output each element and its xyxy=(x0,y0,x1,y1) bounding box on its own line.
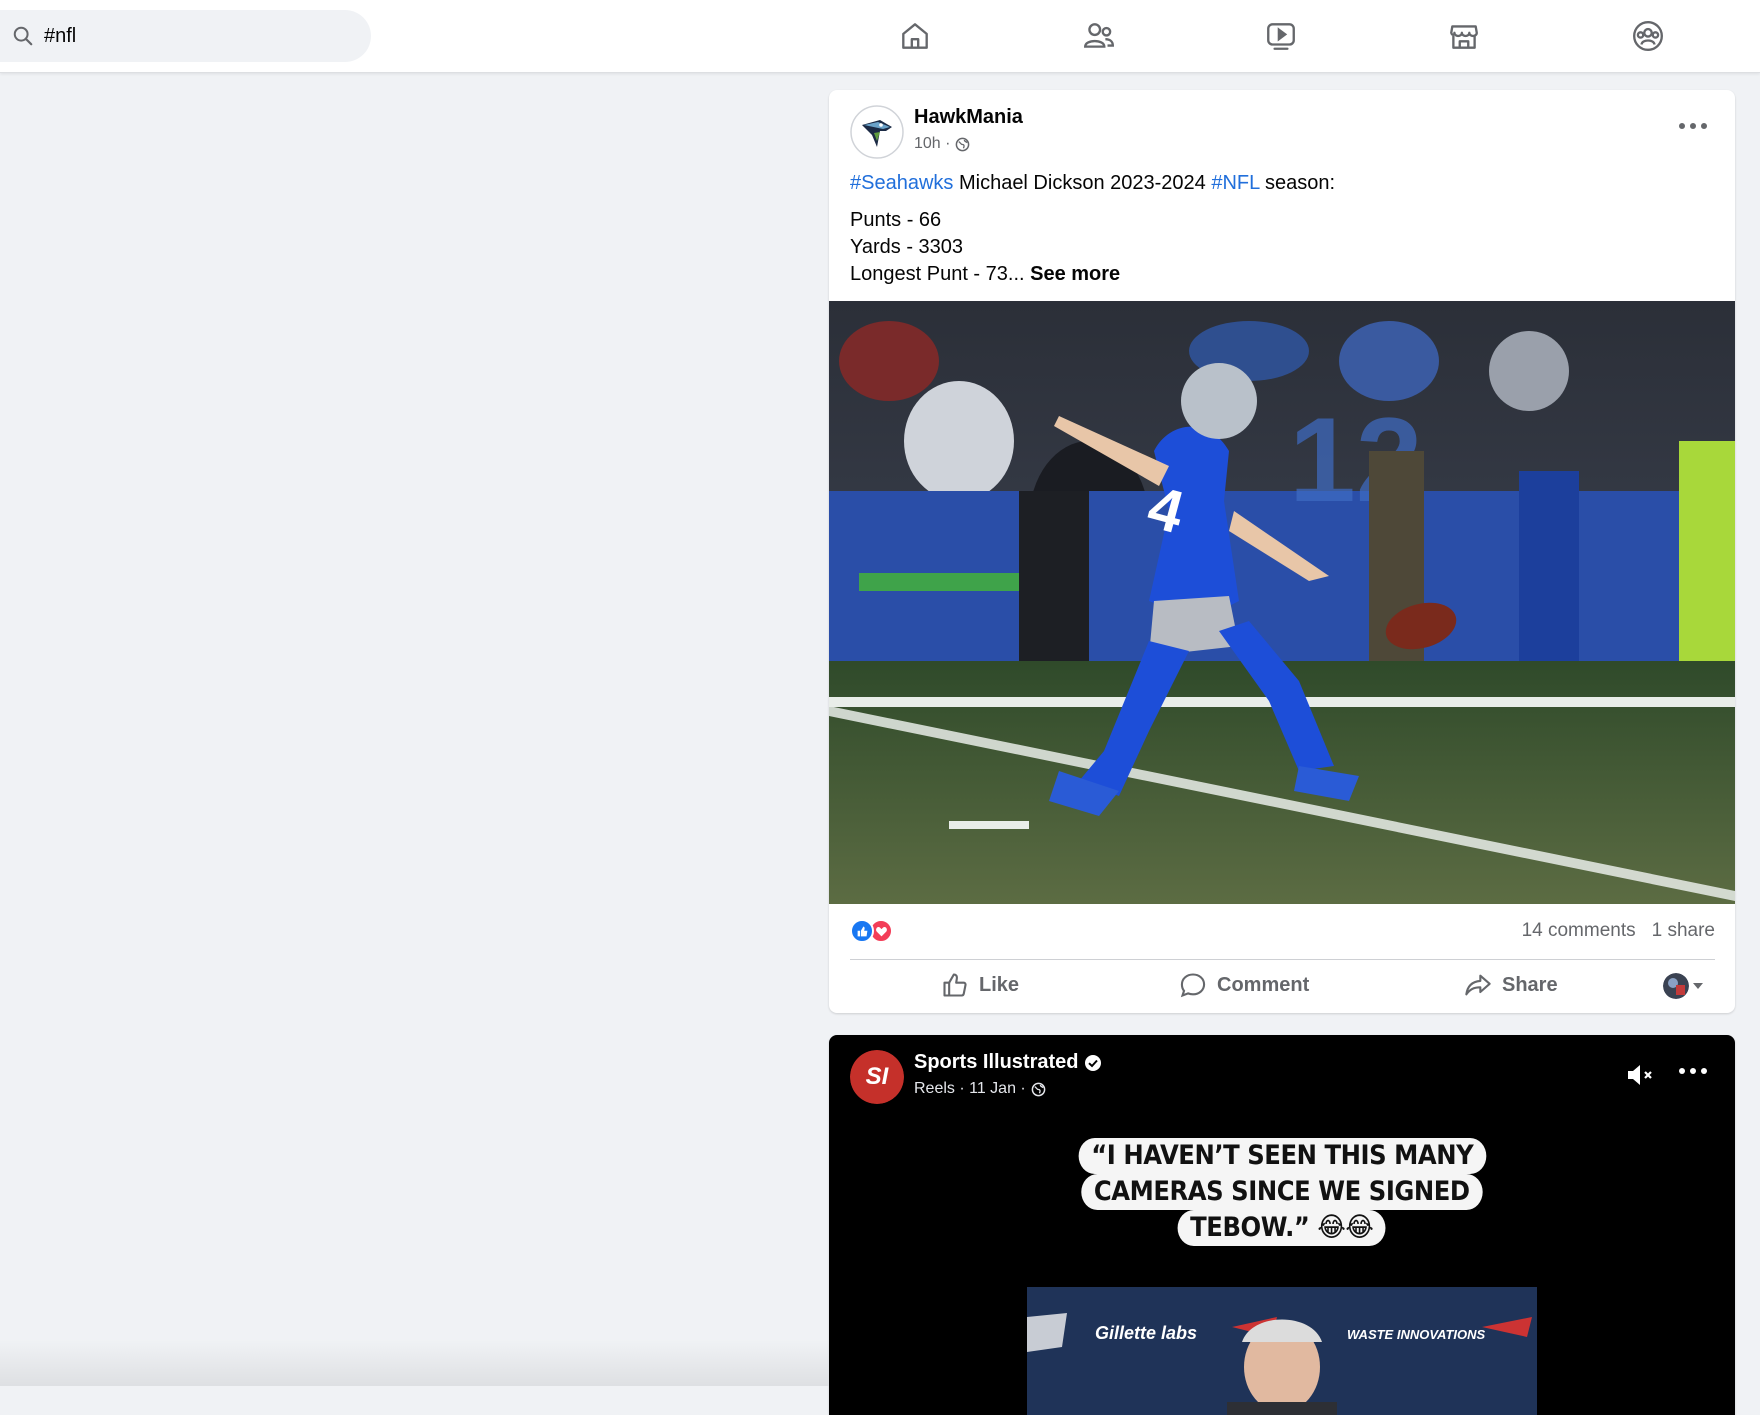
author-name[interactable]: Sports Illustrated xyxy=(914,1051,1078,1074)
globe-icon xyxy=(956,137,970,151)
hashtag-nfl[interactable]: #NFL xyxy=(1211,172,1259,194)
caption-line: CAMERAS SINCE WE SIGNED xyxy=(1081,1174,1483,1210)
caption-line: TEBOW.” 😂😂 xyxy=(1177,1210,1387,1246)
reel-caption-overlay: “I HAVEN’T SEEN THIS MANY CAMERAS SINCE … xyxy=(829,1138,1735,1246)
reaction-summary[interactable] xyxy=(850,919,893,943)
author-avatar[interactable] xyxy=(850,105,904,159)
author-name[interactable]: HawkMania xyxy=(914,106,1023,129)
marketplace-tab[interactable] xyxy=(1442,14,1486,58)
post-text: #Seahawks Michael Dickson 2023-2024 #NFL… xyxy=(850,170,1710,288)
friends-icon xyxy=(1084,23,1114,48)
like-reaction-icon xyxy=(850,919,874,943)
stat-longest-punt: Longest Punt - 73... xyxy=(850,263,1025,285)
author-name-row: Sports Illustrated xyxy=(914,1051,1102,1074)
post-photo[interactable]: 12 4 xyxy=(829,301,1735,904)
post-card: HawkMania 10h · #Seahawks Michael Dickso… xyxy=(829,90,1735,1013)
more-options-icon[interactable] xyxy=(1679,1065,1707,1077)
share-icon xyxy=(1465,974,1491,996)
sponsor-text: Gillette labs xyxy=(1095,1323,1197,1343)
post-text-segment: season: xyxy=(1259,172,1336,194)
like-label: Like xyxy=(979,973,1020,996)
post-meta: 10h · xyxy=(914,135,970,153)
groups-tab[interactable] xyxy=(1626,14,1670,58)
user-avatar xyxy=(1663,973,1689,999)
react-as-selector[interactable] xyxy=(1663,973,1703,999)
see-more-link[interactable]: See more xyxy=(1030,263,1120,285)
reel-video[interactable]: Gillette labs WASTE INNOVATIONS xyxy=(1027,1287,1537,1415)
hashtag-seahawks[interactable]: #Seahawks xyxy=(850,172,953,194)
engagement-counts: 14 comments 1 share xyxy=(1522,920,1715,942)
comment-label: Comment xyxy=(1217,973,1310,996)
like-button[interactable]: Like xyxy=(941,965,1019,1005)
groups-icon xyxy=(1633,21,1663,51)
thumbs-up-icon xyxy=(943,973,967,997)
divider xyxy=(850,959,1715,960)
share-button[interactable]: Share xyxy=(1464,965,1558,1005)
video-icon xyxy=(1267,23,1295,50)
scroll-shadow xyxy=(0,1340,829,1386)
comment-button[interactable]: Comment xyxy=(1179,965,1309,1005)
stat-punts: Punts - 66 xyxy=(850,209,942,231)
mute-icon[interactable] xyxy=(1625,1061,1655,1089)
comment-count[interactable]: 14 comments xyxy=(1522,920,1636,942)
share-label: Share xyxy=(1502,973,1558,996)
verified-badge-icon xyxy=(1085,1054,1102,1071)
chevron-down-icon xyxy=(1693,983,1703,989)
post-time[interactable]: 10h · xyxy=(914,135,950,153)
post-meta: Reels · 11 Jan · xyxy=(914,1080,1046,1098)
more-options-icon[interactable] xyxy=(1679,120,1707,132)
si-logo: SI xyxy=(850,1050,904,1104)
search-icon xyxy=(13,26,33,46)
share-count[interactable]: 1 share xyxy=(1652,920,1715,942)
sponsor-text: WASTE INNOVATIONS xyxy=(1347,1327,1486,1342)
search-bar[interactable] xyxy=(0,10,371,62)
search-input[interactable] xyxy=(44,18,344,54)
top-navigation-bar xyxy=(0,0,1760,73)
marketplace-icon xyxy=(1450,25,1478,49)
home-icon xyxy=(902,23,928,49)
post-meta-text[interactable]: Reels · 11 Jan · xyxy=(914,1080,1026,1098)
post-text-segment: Michael Dickson 2023-2024 xyxy=(953,172,1212,194)
stat-yards: Yards - 3303 xyxy=(850,236,964,258)
watch-tab[interactable] xyxy=(1259,14,1303,58)
caption-line: “I HAVEN’T SEEN THIS MANY xyxy=(1078,1138,1486,1174)
home-tab[interactable] xyxy=(893,14,937,58)
globe-icon xyxy=(1031,1082,1046,1096)
friends-tab[interactable] xyxy=(1077,14,1121,58)
reel-post-card: SI Sports Illustrated Reels · 11 Jan · “… xyxy=(829,1035,1735,1415)
comment-icon xyxy=(1180,973,1206,998)
author-avatar[interactable]: SI xyxy=(850,1050,904,1104)
